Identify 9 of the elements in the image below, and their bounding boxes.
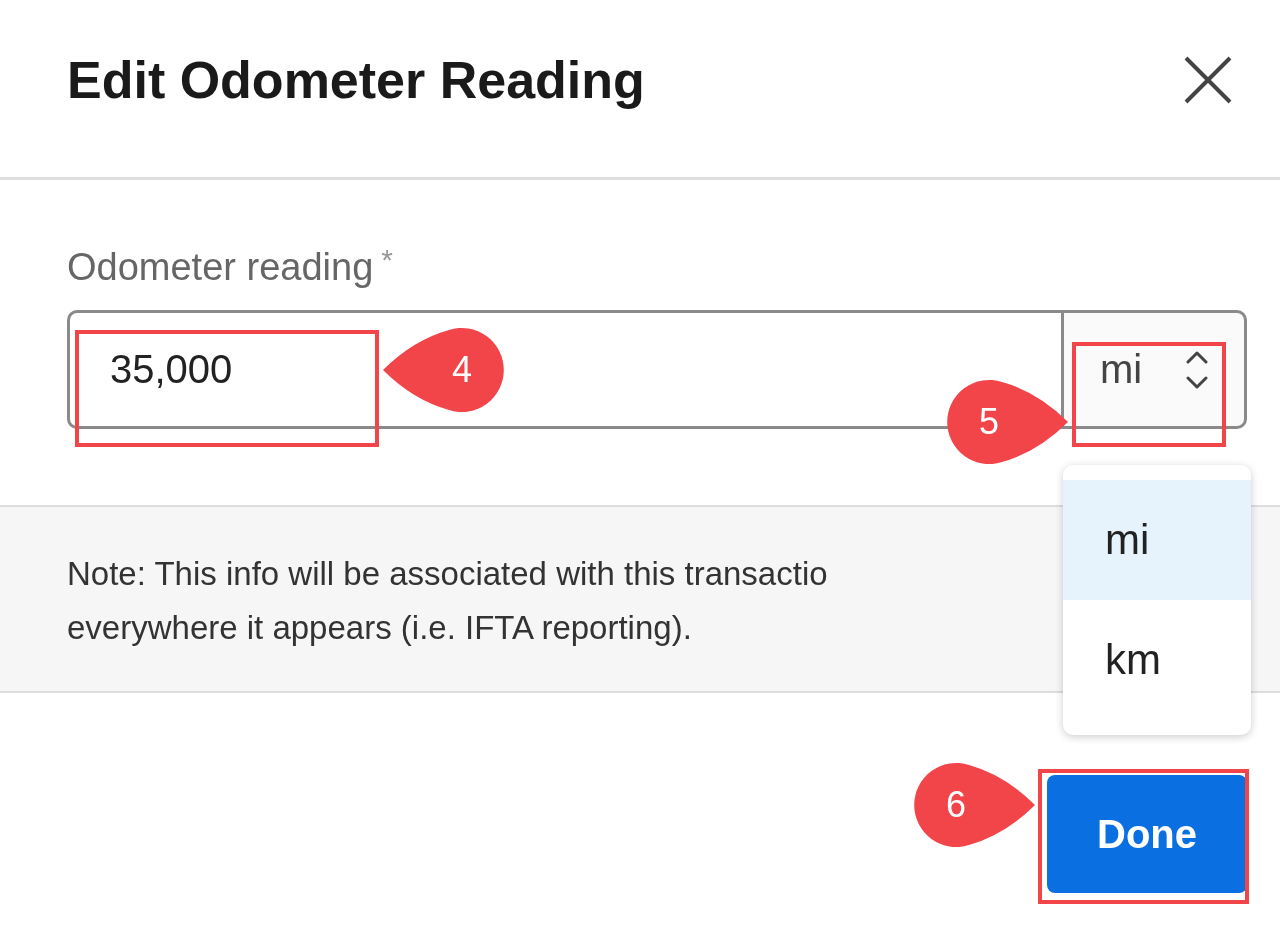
dialog-title: Edit Odometer Reading	[67, 50, 645, 111]
done-button[interactable]: Done	[1047, 775, 1247, 893]
unit-option[interactable]: km	[1063, 600, 1251, 720]
note-text: Note: This info will be associated with this transactio everywhere it appears (i.e. IFTA reporting).	[67, 554, 829, 648]
required-mark: *	[381, 242, 393, 278]
unit-select[interactable]: mi	[1061, 310, 1247, 429]
unit-option[interactable]: mi	[1063, 480, 1251, 600]
close-icon[interactable]	[1183, 55, 1233, 105]
field-label: Odometer reading	[67, 245, 374, 290]
